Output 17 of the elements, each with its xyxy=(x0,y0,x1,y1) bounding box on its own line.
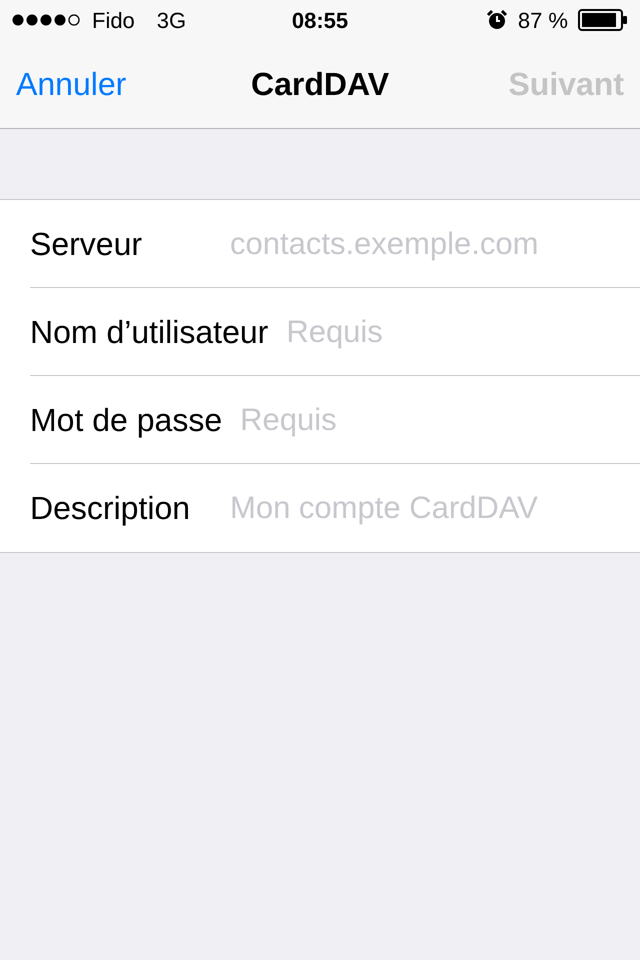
input-field[interactable]: Requis xyxy=(286,306,640,356)
network-type: 3G xyxy=(156,6,186,34)
alarm-clock-icon xyxy=(486,9,508,31)
field-label: Nom d’utilisateur xyxy=(30,312,268,352)
input-field[interactable]: contacts.exemple.com xyxy=(230,218,640,268)
carrier-name: Fido xyxy=(92,6,135,34)
field-label: Mot de passe xyxy=(30,400,222,440)
clock-time: 08:55 xyxy=(292,6,348,34)
cancel-button[interactable]: Annuler xyxy=(16,60,126,108)
field-label: Serveur xyxy=(30,224,144,264)
battery-percentage: 87 % xyxy=(518,6,568,34)
input-field[interactable]: Requis xyxy=(240,394,640,444)
signal-strength-icon xyxy=(12,13,82,27)
field-label: Description xyxy=(30,489,192,528)
input-field[interactable]: Mon compte CardDAV xyxy=(230,483,640,533)
battery-icon xyxy=(578,9,628,31)
nav-title: CardDAV xyxy=(250,65,390,104)
